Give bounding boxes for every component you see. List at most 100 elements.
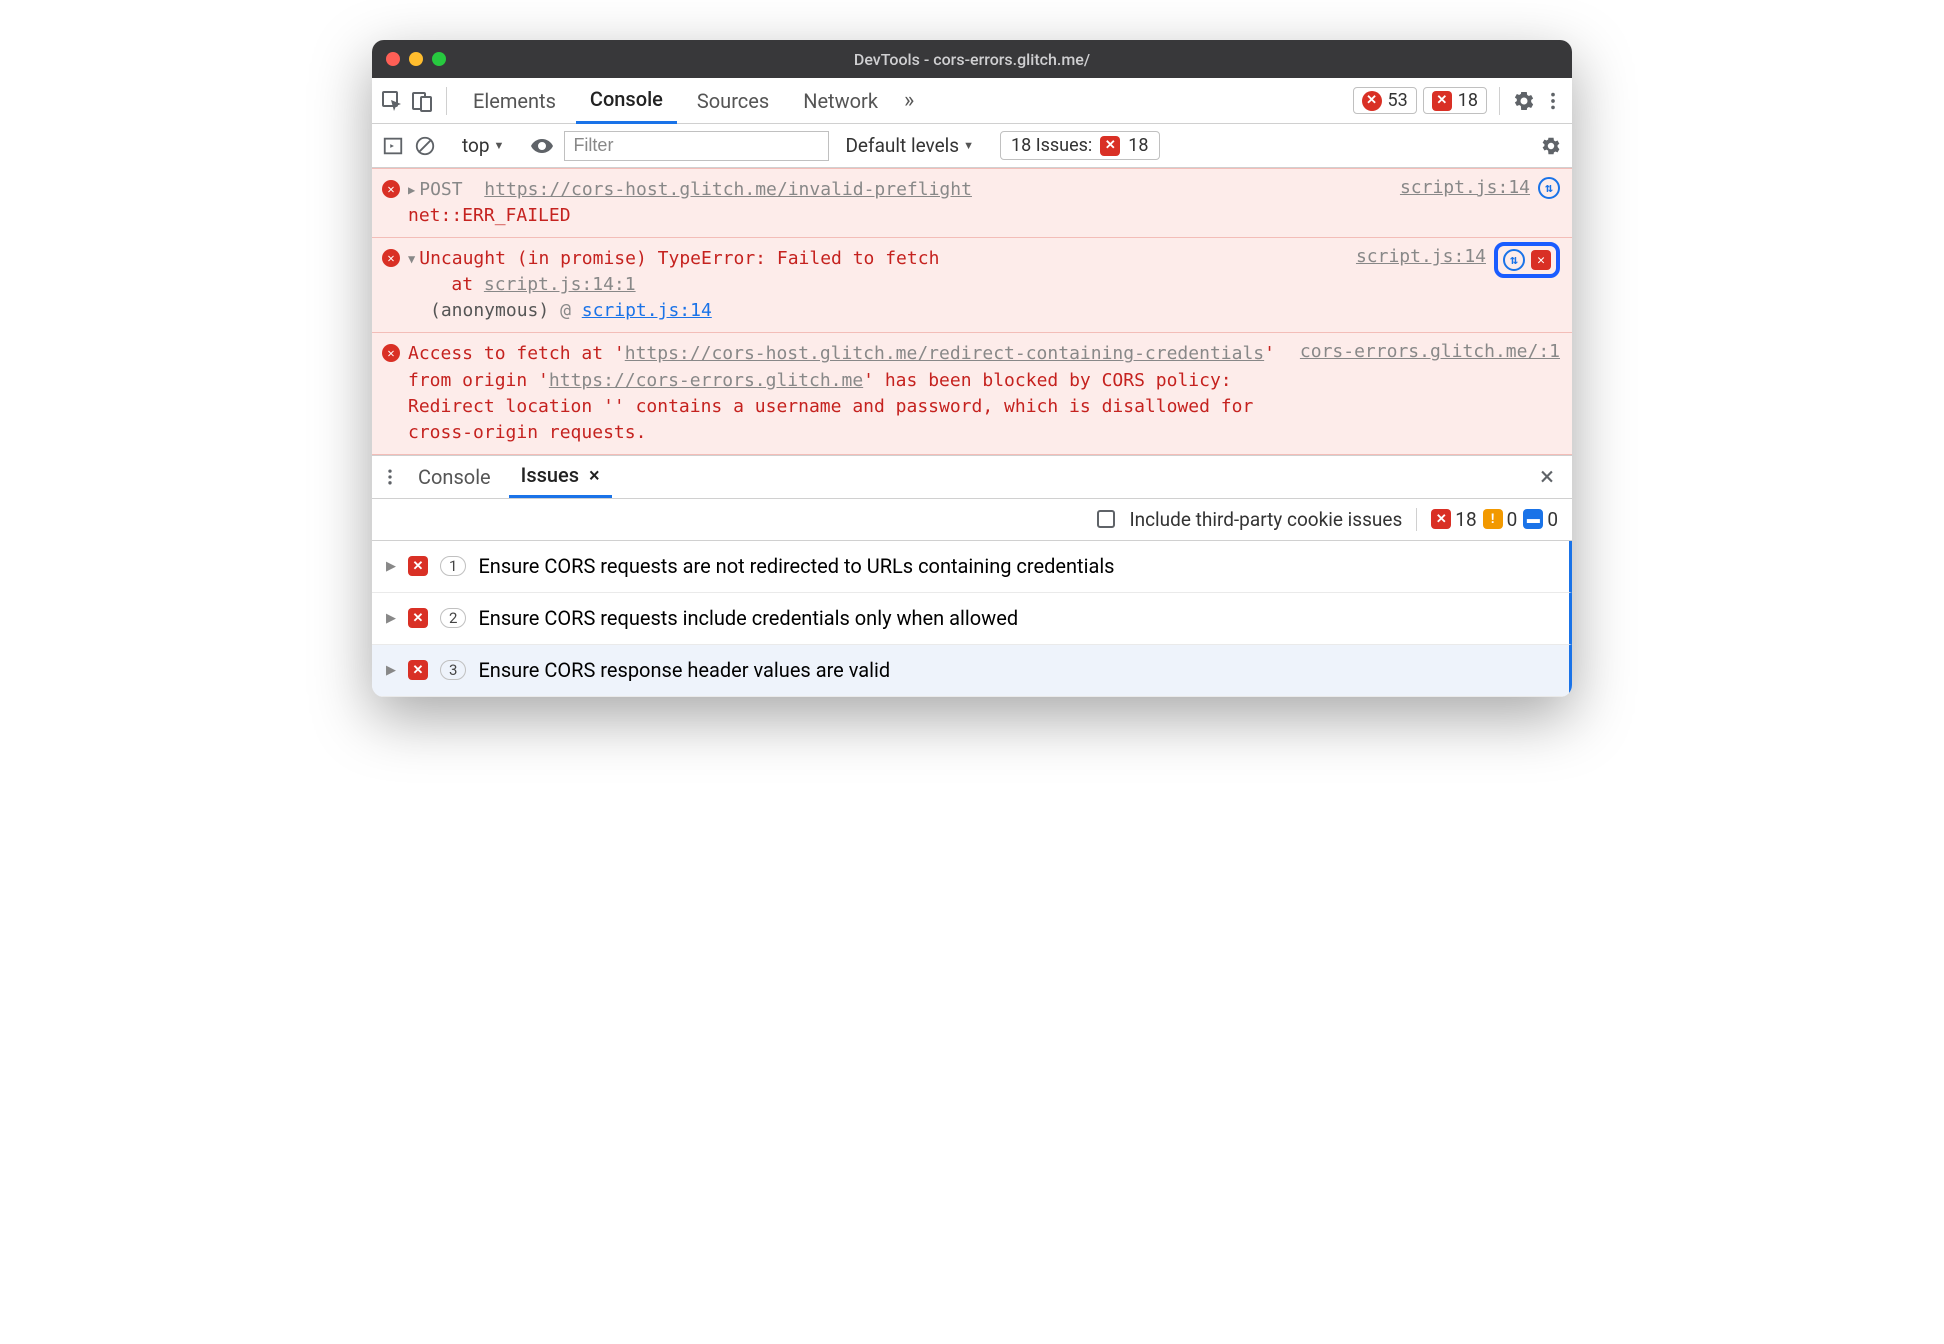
drawer-menu-icon[interactable] [380, 467, 400, 487]
issues-summary-badge[interactable]: 18 Issues: ✕ 18 [1000, 131, 1160, 160]
issue-row[interactable]: ▶ ✕ 1 Ensure CORS requests are not redir… [372, 541, 1572, 593]
error-icon: ✕ [382, 344, 400, 362]
divider [446, 87, 447, 115]
divider [1499, 87, 1500, 115]
expand-icon[interactable]: ▶ [386, 559, 396, 574]
chevron-down-icon: ▼ [963, 139, 974, 152]
issue-title: Ensure CORS requests include credentials… [478, 606, 1018, 630]
cors-url[interactable]: https://cors-host.glitch.me/redirect-con… [625, 343, 1264, 364]
levels-label: Default levels [845, 134, 959, 157]
console-error-row[interactable]: ✕ Access to fetch at 'https://cors-host.… [372, 333, 1572, 454]
info-icon: ▬ [1523, 509, 1543, 529]
more-menu-icon[interactable] [1542, 90, 1564, 112]
drawer-tab-console[interactable]: Console [406, 457, 503, 497]
console-error-row[interactable]: ✕ ▼Uncaught (in promise) TypeError: Fail… [372, 238, 1572, 333]
console-settings-gear-icon[interactable] [1540, 135, 1562, 157]
error-status: net::ERR_FAILED [408, 205, 571, 226]
error-icon: ✕ [382, 249, 400, 267]
warnings-count[interactable]: !0 [1483, 508, 1518, 531]
titlebar: DevTools - cors-errors.glitch.me/ [372, 40, 1572, 78]
chevron-down-icon: ▼ [494, 139, 505, 152]
close-drawer-icon[interactable]: × [1530, 462, 1564, 492]
cors-origin[interactable]: https://cors-errors.glitch.me [549, 370, 863, 391]
stack-func: (anonymous) [430, 300, 549, 321]
tabs-overflow-icon[interactable]: » [898, 88, 920, 113]
minimize-window-button[interactable] [409, 52, 423, 66]
drawer-tab-issues-label: Issues [521, 463, 579, 487]
console-sidebar-toggle-icon[interactable] [382, 135, 404, 157]
source-link[interactable]: cors-errors.glitch.me/:1 [1300, 341, 1560, 362]
error-circle-icon: ✕ [1362, 91, 1382, 111]
stack-link[interactable]: script.js:14:1 [484, 274, 636, 295]
issue-icon: ✕ [408, 608, 428, 628]
issue-count-badge[interactable]: ✕ 18 [1423, 87, 1487, 114]
main-toolbar: Elements Console Sources Network » ✕ 53 … [372, 78, 1572, 124]
drawer-tab-issues[interactable]: Issues × [509, 455, 612, 498]
filter-input[interactable] [564, 131, 829, 161]
clear-console-icon[interactable] [414, 135, 436, 157]
message-body: ▶POST https://cors-host.glitch.me/invali… [408, 177, 1392, 229]
http-method: POST [419, 179, 462, 200]
expand-icon[interactable]: ▶ [408, 182, 415, 199]
error-count-badge[interactable]: ✕ 53 [1353, 87, 1417, 114]
third-party-checkbox[interactable] [1097, 510, 1115, 528]
info-count[interactable]: ▬0 [1523, 508, 1558, 531]
console-messages: ✕ ▶POST https://cors-host.glitch.me/inva… [372, 168, 1572, 455]
window-controls [386, 52, 446, 66]
network-icon[interactable]: ⇅ [1503, 249, 1525, 271]
network-icon[interactable]: ⇅ [1538, 177, 1560, 199]
errors-count[interactable]: ✕18 [1431, 508, 1476, 531]
issues-count: 18 [1128, 135, 1148, 156]
devtools-window: DevTools - cors-errors.glitch.me/ Elemen… [372, 40, 1572, 697]
collapse-icon[interactable]: ▼ [408, 251, 415, 268]
close-tab-icon[interactable]: × [589, 463, 600, 487]
warning-icon: ! [1483, 509, 1503, 529]
third-party-label: Include third-party cookie issues [1129, 508, 1402, 531]
inspect-element-icon[interactable] [380, 89, 404, 113]
annotation-highlight: ⇅ ✕ [1494, 242, 1560, 278]
issue-title: Ensure CORS requests are not redirected … [478, 554, 1114, 578]
stack-sep: @ [560, 300, 571, 321]
message-source: script.js:14 ⇅ ✕ [1356, 246, 1560, 324]
issue-icon: ✕ [408, 660, 428, 680]
device-toolbar-icon[interactable] [410, 89, 434, 113]
issues-label: 18 Issues: [1011, 135, 1092, 156]
context-selector[interactable]: top ▼ [456, 132, 510, 159]
tab-console[interactable]: Console [576, 77, 677, 124]
context-label: top [462, 134, 490, 157]
issue-icon: ✕ [1432, 91, 1452, 111]
expand-icon[interactable]: ▶ [386, 663, 396, 678]
close-window-button[interactable] [386, 52, 400, 66]
request-url[interactable]: https://cors-host.glitch.me/invalid-pref… [484, 179, 972, 200]
tab-sources[interactable]: Sources [683, 79, 783, 123]
stack-source-link[interactable]: script.js:14 [582, 300, 712, 321]
live-expression-icon[interactable] [530, 134, 554, 158]
settings-gear-icon[interactable] [1512, 89, 1536, 113]
issue-row[interactable]: ▶ ✕ 3 Ensure CORS response header values… [372, 645, 1572, 697]
issue-icon: ✕ [1100, 136, 1120, 156]
window-title: DevTools - cors-errors.glitch.me/ [854, 50, 1090, 69]
stack-at-prefix: at [451, 274, 484, 295]
issue-icon: ✕ [408, 556, 428, 576]
expand-icon[interactable]: ▶ [386, 611, 396, 626]
message-source: script.js:14 ⇅ [1400, 177, 1560, 229]
log-levels-selector[interactable]: Default levels ▼ [839, 132, 980, 159]
issue-counts: ✕18 !0 ▬0 [1416, 508, 1558, 531]
console-toolbar: top ▼ Default levels ▼ 18 Issues: ✕ 18 [372, 124, 1572, 168]
error-count: 53 [1388, 90, 1408, 111]
tab-elements[interactable]: Elements [459, 79, 570, 123]
tab-network[interactable]: Network [789, 79, 892, 123]
issue-icon[interactable]: ✕ [1531, 250, 1551, 270]
source-link[interactable]: script.js:14 [1400, 177, 1530, 198]
stack-frame: (anonymous) @ script.js:14 [408, 298, 1348, 324]
zoom-window-button[interactable] [432, 52, 446, 66]
issue-count: 18 [1458, 90, 1478, 111]
issue-icon: ✕ [1431, 509, 1451, 529]
issues-list: ▶ ✕ 1 Ensure CORS requests are not redir… [372, 541, 1572, 697]
error-headline: Uncaught (in promise) TypeError: Failed … [419, 248, 939, 269]
source-link[interactable]: script.js:14 [1356, 246, 1486, 267]
message-body: Access to fetch at 'https://cors-host.gl… [408, 341, 1292, 445]
message-body: ▼Uncaught (in promise) TypeError: Failed… [408, 246, 1348, 324]
console-error-row[interactable]: ✕ ▶POST https://cors-host.glitch.me/inva… [372, 168, 1572, 238]
issue-row[interactable]: ▶ ✕ 2 Ensure CORS requests include crede… [372, 593, 1572, 645]
